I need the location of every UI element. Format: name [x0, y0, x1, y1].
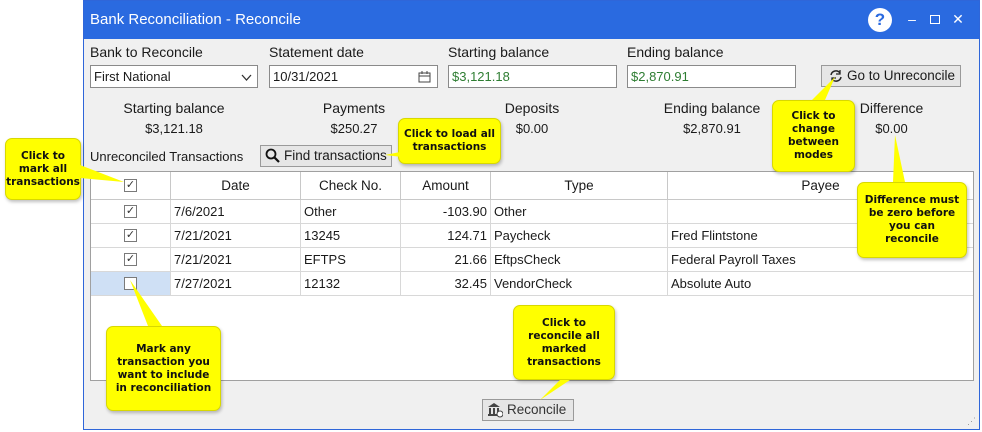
maximize-icon — [930, 15, 940, 24]
summary-ending-label: Ending balance — [663, 100, 761, 116]
title-bar: Bank Reconciliation - Reconcile ? – ✕ — [84, 1, 979, 39]
starting-balance-label: Starting balance — [448, 44, 550, 60]
row-select-cell[interactable]: ✓ — [91, 224, 171, 248]
cell-amount: 124.71 — [401, 224, 491, 248]
row-checkbox[interactable] — [124, 277, 137, 290]
column-header-amount[interactable]: Amount — [401, 172, 491, 200]
callout-mark-any: Mark any transaction you want to include… — [106, 326, 221, 411]
cell-date: 7/21/2021 — [171, 248, 301, 272]
window-title: Bank Reconciliation - Reconcile — [90, 11, 301, 28]
select-all-checkbox[interactable]: ✓ — [124, 179, 137, 192]
cell-check-no: EFTPS — [301, 248, 401, 272]
summary-ending-value: $2,870.91 — [683, 121, 741, 136]
close-button[interactable]: ✕ — [948, 8, 968, 30]
column-header-check-no[interactable]: Check No. — [301, 172, 401, 200]
row-checkbox[interactable]: ✓ — [124, 253, 137, 266]
callout-load-all: Click to load all transactions — [398, 118, 501, 164]
callout-difference: Difference must be zero before you can r… — [857, 182, 967, 258]
cell-type: VendorCheck — [491, 272, 668, 296]
maximize-button[interactable] — [925, 8, 945, 30]
unreconciled-transactions-label: Unreconciled Transactions — [90, 149, 244, 164]
sync-icon — [830, 70, 842, 82]
find-transactions-label: Find transactions — [284, 148, 387, 163]
cell-amount: 32.45 — [401, 272, 491, 296]
chevron-down-icon — [241, 74, 252, 81]
cell-date: 7/21/2021 — [171, 224, 301, 248]
row-select-cell[interactable]: ✓ — [91, 248, 171, 272]
search-icon — [265, 148, 280, 163]
summary-starting-value: $3,121.18 — [145, 121, 203, 136]
cell-amount: 21.66 — [401, 248, 491, 272]
reconcile-button[interactable]: Reconcile — [482, 399, 574, 421]
summary-deposits-label: Deposits — [504, 100, 560, 116]
callout-modes: Click to change between modes — [772, 100, 855, 172]
cell-check-no: Other — [301, 200, 401, 224]
cell-type: Paycheck — [491, 224, 668, 248]
ending-balance-label: Ending balance — [627, 44, 724, 60]
date-value: 10/31/2021 — [273, 69, 339, 84]
unreconcile-label: Go to Unreconcile — [847, 68, 956, 83]
summary-payments-label: Payments — [322, 100, 386, 116]
bank-label: Bank to Reconcile — [90, 44, 203, 60]
cell-amount: -103.90 — [401, 200, 491, 224]
calendar-icon[interactable] — [418, 71, 431, 83]
callout-mark-all: Click to mark all transactions — [5, 138, 81, 200]
row-select-cell[interactable] — [91, 272, 171, 296]
ending-balance-field[interactable]: $2,870.91 — [627, 65, 796, 88]
cell-check-no: 13245 — [301, 224, 401, 248]
row-checkbox[interactable]: ✓ — [124, 205, 137, 218]
row-checkbox[interactable]: ✓ — [124, 229, 137, 242]
bank-select[interactable]: First National — [90, 65, 258, 88]
bank-icon — [488, 403, 503, 418]
reconcile-label: Reconcile — [507, 402, 567, 417]
select-all-header: ✓ — [91, 172, 171, 200]
bank-value: First National — [94, 69, 171, 84]
statement-date-field[interactable]: 10/31/2021 — [269, 65, 438, 88]
cell-date: 7/27/2021 — [171, 272, 301, 296]
cell-check-no: 12132 — [301, 272, 401, 296]
minimize-button[interactable]: – — [902, 8, 922, 30]
summary-starting-label: Starting balance — [123, 100, 225, 116]
column-header-date[interactable]: Date — [171, 172, 301, 200]
cell-type: EftpsCheck — [491, 248, 668, 272]
cell-payee: Absolute Auto — [668, 272, 973, 296]
cell-date: 7/6/2021 — [171, 200, 301, 224]
find-transactions-button[interactable]: Find transactions — [260, 145, 392, 167]
go-to-unreconcile-button[interactable]: Go to Unreconcile — [821, 65, 961, 87]
cell-type: Other — [491, 200, 668, 224]
callout-reconcile: Click to reconcile all marked transactio… — [513, 305, 615, 380]
column-header-type[interactable]: Type — [491, 172, 668, 200]
row-select-cell[interactable]: ✓ — [91, 200, 171, 224]
resize-grip[interactable]: ⋰ — [967, 416, 976, 427]
date-label: Statement date — [269, 44, 364, 60]
starting-balance-field[interactable]: $3,121.18 — [448, 65, 617, 88]
help-button[interactable]: ? — [868, 8, 892, 32]
